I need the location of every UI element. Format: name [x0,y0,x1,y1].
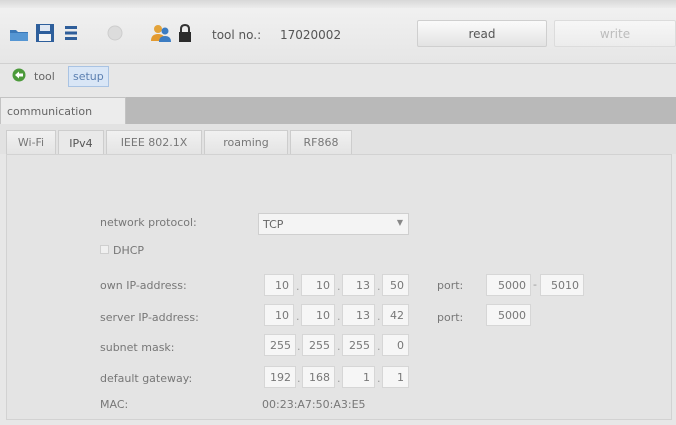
port-range-separator: - [533,278,537,291]
server-ip-octet-4[interactable]: 42 [382,304,409,326]
save-icon[interactable] [34,22,56,44]
server-ip-octet-3[interactable]: 13 [342,304,375,326]
gateway-octet-2[interactable]: 168 [302,366,335,388]
lock-icon[interactable] [174,22,196,44]
ip-dot: . [337,310,341,323]
server-ip-octet-2[interactable]: 10 [301,304,335,326]
mac-value: 00:23:A7:50:A3:E5 [262,398,366,411]
window-top-strip [0,0,676,8]
subtab-wifi[interactable]: Wi-Fi [6,130,56,154]
breadcrumb-tool-link[interactable]: tool [34,70,55,83]
own-ip-octet-1[interactable]: 10 [264,274,294,296]
own-ip-octet-2[interactable]: 10 [301,274,335,296]
ip-dot: . [337,340,341,353]
subtab-bar: Wi-Fi IPv4 IEEE 802.1X roaming RF868 [0,124,676,155]
subtab-ieee-8021x[interactable]: IEEE 802.1X [106,130,202,154]
own-port-end-field[interactable]: 5010 [540,274,584,296]
ip-dot: . [377,310,381,323]
own-ip-label: own IP-address: [100,279,187,292]
server-ip-octet-1[interactable]: 10 [264,304,294,326]
subtab-rf868[interactable]: RF868 [290,130,352,154]
gateway-octet-4[interactable]: 1 [382,366,409,388]
server-ip-label: server IP-address: [100,311,199,324]
ip-dot: . [297,340,301,353]
open-icon[interactable] [8,22,30,44]
own-port-start-field[interactable]: 5000 [486,274,531,296]
read-button[interactable]: read [417,20,547,47]
chevron-down-icon: ▼ [396,218,403,227]
gateway-octet-1[interactable]: 192 [264,366,296,388]
network-protocol-label: network protocol: [100,216,197,229]
disabled-icon [104,22,126,44]
breadcrumb: tool setup [12,64,312,90]
write-button[interactable]: write [554,20,676,47]
mac-label: MAC: [100,398,129,411]
breadcrumb-setup-current[interactable]: setup [68,66,109,87]
subnet-mask-label: subnet mask: [100,341,175,354]
default-gateway-label: default gateway: [100,372,193,385]
own-ip-octet-4[interactable]: 50 [382,274,409,296]
tool-no-label: tool no.: [212,28,262,42]
ip-dot: . [296,280,300,293]
gateway-octet-3[interactable]: 1 [342,366,375,388]
own-ip-octet-3[interactable]: 13 [342,274,375,296]
dhcp-checkbox[interactable] [100,245,109,254]
ip-dot: . [377,372,381,385]
ip-dot: . [377,340,381,353]
tool-no-value: 17020002 [280,28,342,42]
dhcp-label: DHCP [113,244,145,257]
network-protocol-select[interactable]: TCP ▼ [258,213,409,235]
subnet-octet-2[interactable]: 255 [302,334,335,356]
server-port-field[interactable]: 5000 [486,304,531,326]
subnet-octet-4[interactable]: 0 [382,334,409,356]
ip-dot: . [296,310,300,323]
subtab-ipv4[interactable]: IPv4 [58,130,104,155]
users-icon[interactable] [150,22,172,44]
toolbar: tool no.: 17020002 read write [0,0,676,64]
list-icon[interactable] [60,22,82,44]
tab-communication[interactable]: communication [0,97,126,125]
ip-dot: . [297,372,301,385]
own-port-label: port: [437,279,464,292]
ip-dot: . [337,372,341,385]
subnet-octet-3[interactable]: 255 [342,334,375,356]
ip-dot: . [377,280,381,293]
subtab-roaming[interactable]: roaming [204,130,288,154]
ip-dot: . [337,280,341,293]
back-arrow-icon[interactable] [12,68,26,82]
network-protocol-value: TCP [263,217,284,231]
server-port-label: port: [437,311,464,324]
subnet-octet-1[interactable]: 255 [264,334,296,356]
